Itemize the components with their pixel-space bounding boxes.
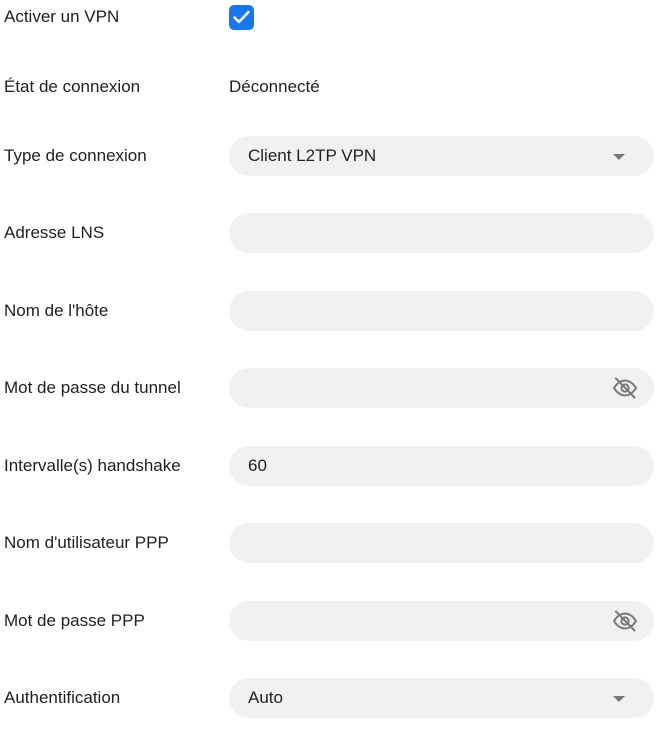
connection-type-row: Type de connexion Client L2TP VPN — [0, 136, 666, 176]
tunnel-password-label: Mot de passe du tunnel — [4, 378, 181, 397]
handshake-interval-row: Intervalle(s) handshake — [0, 446, 666, 486]
ppp-username-label: Nom d'utilisateur PPP — [4, 533, 169, 552]
tunnel-password-input[interactable] — [229, 368, 654, 408]
handshake-interval-label: Intervalle(s) handshake — [4, 456, 181, 475]
enable-vpn-row: Activer un VPN — [0, 0, 666, 40]
ppp-password-row: Mot de passe PPP — [0, 601, 666, 641]
vpn-settings-form: Activer un VPN État de connexion Déconne… — [0, 0, 666, 749]
host-name-label: Nom de l'hôte — [4, 301, 109, 320]
ppp-password-label: Mot de passe PPP — [4, 611, 145, 630]
authentication-row: Authentification Auto — [0, 678, 666, 718]
connection-type-selected-value: Client L2TP VPN — [248, 146, 377, 165]
ppp-password-input[interactable] — [229, 601, 654, 641]
check-icon — [233, 10, 250, 24]
ppp-username-field-wrapper — [229, 523, 654, 563]
connection-state-label: État de connexion — [4, 77, 141, 96]
tunnel-password-row: Mot de passe du tunnel — [0, 368, 666, 408]
connection-type-label: Type de connexion — [4, 146, 147, 165]
chevron-down-icon — [613, 154, 625, 160]
handshake-interval-input[interactable] — [229, 446, 654, 486]
lns-address-row: Adresse LNS — [0, 213, 666, 253]
tunnel-password-field-wrapper — [229, 368, 654, 408]
authentication-selected-value: Auto — [248, 688, 283, 707]
handshake-interval-field-wrapper — [229, 446, 654, 486]
connection-state-row: État de connexion Déconnecté — [0, 67, 666, 107]
enable-vpn-label: Activer un VPN — [4, 7, 120, 26]
lns-address-label: Adresse LNS — [4, 223, 105, 242]
host-name-field-wrapper — [229, 291, 654, 331]
ppp-password-field-wrapper — [229, 601, 654, 641]
lns-address-field-wrapper — [229, 213, 654, 253]
eye-off-icon[interactable] — [612, 376, 638, 400]
ppp-username-input[interactable] — [229, 523, 654, 563]
lns-address-input[interactable] — [229, 213, 654, 253]
host-name-input[interactable] — [229, 291, 654, 331]
eye-off-icon[interactable] — [612, 609, 638, 633]
authentication-label: Authentification — [4, 688, 121, 707]
connection-state-value: Déconnecté — [229, 77, 320, 96]
host-name-row: Nom de l'hôte — [0, 291, 666, 331]
authentication-select[interactable]: Auto — [229, 678, 654, 718]
enable-vpn-checkbox[interactable] — [229, 5, 254, 30]
chevron-down-icon — [613, 696, 625, 702]
connection-type-select[interactable]: Client L2TP VPN — [229, 136, 654, 176]
ppp-username-row: Nom d'utilisateur PPP — [0, 523, 666, 563]
